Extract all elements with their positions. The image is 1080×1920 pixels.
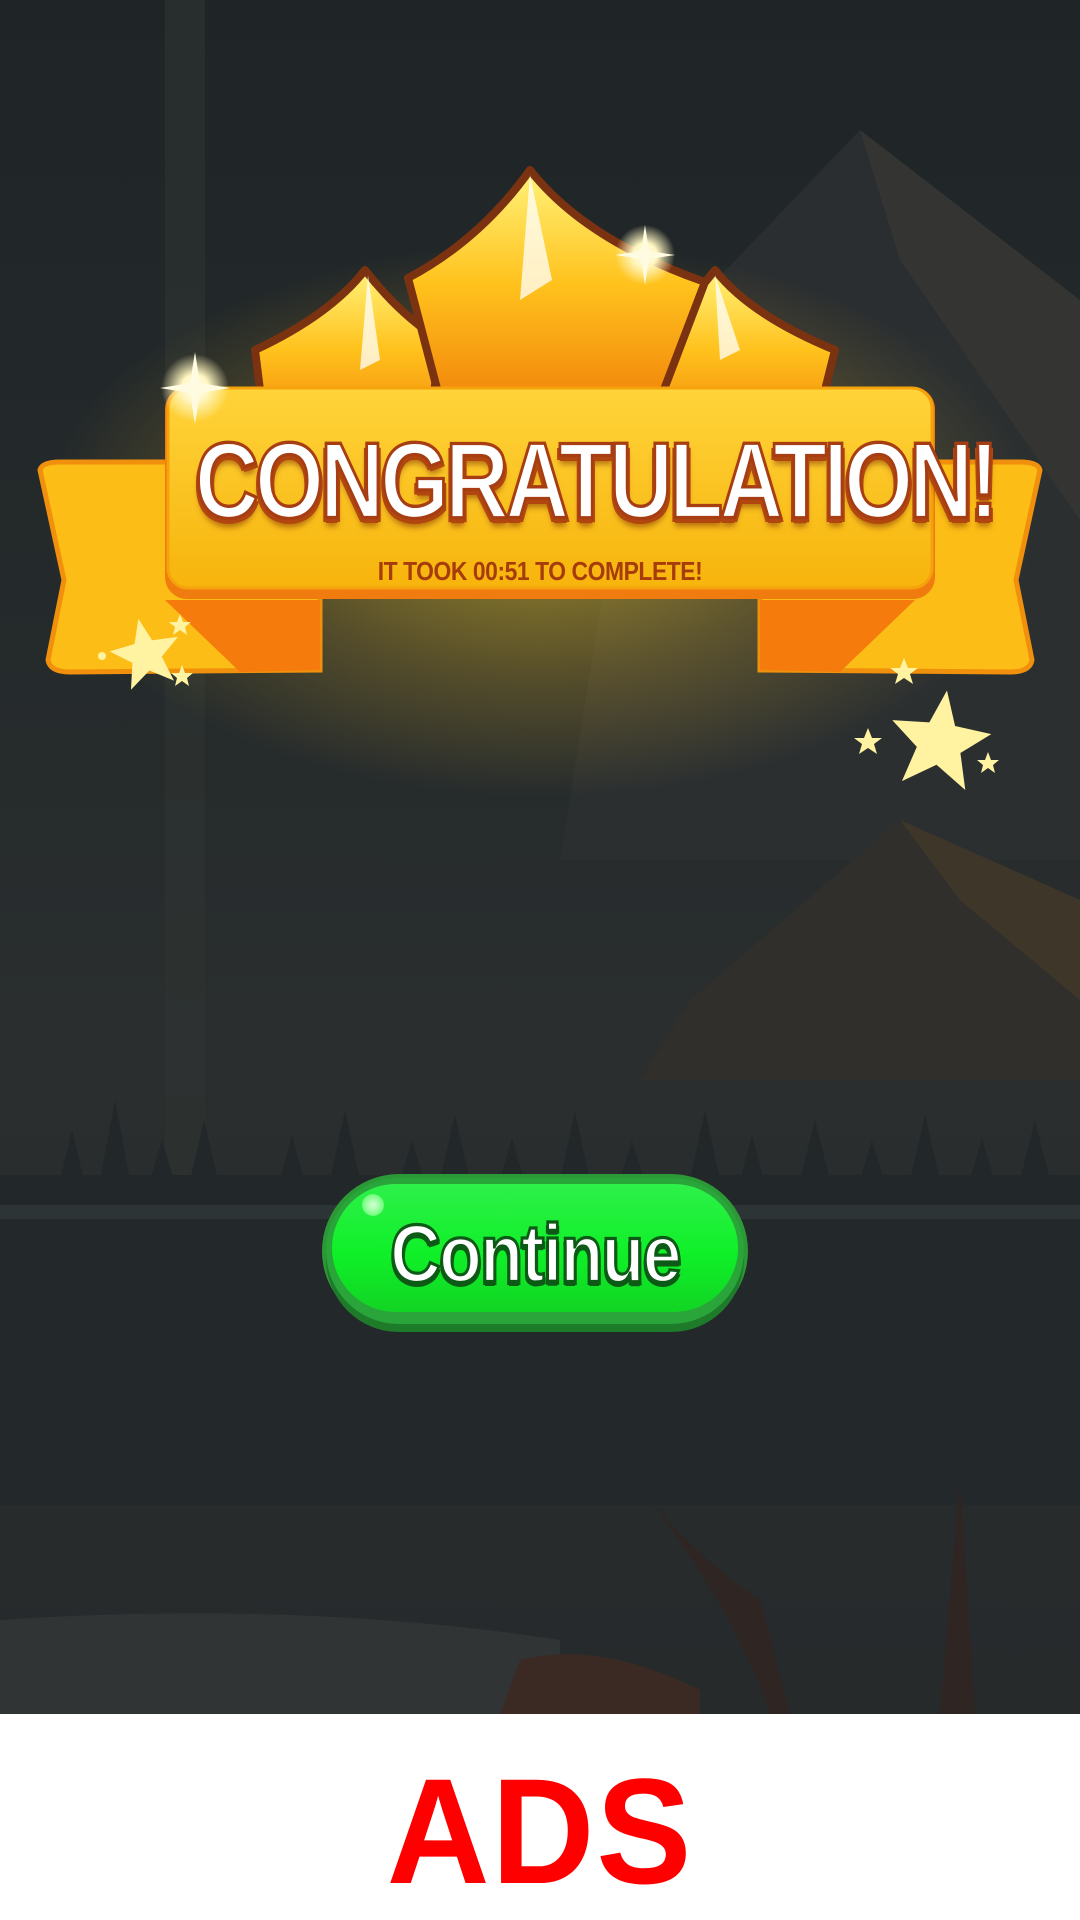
continue-button-face[interactable]: Continue <box>332 1184 738 1312</box>
congratulation-title: CONGRATULATION! <box>194 419 1000 542</box>
ad-banner[interactable]: ADS <box>0 1714 1080 1920</box>
game-background: CONGRATULATION! IT TOOK 00:51 TO COMPLET… <box>0 0 1080 1714</box>
continue-button[interactable]: Continue <box>326 1178 744 1324</box>
continue-button-label: Continue <box>389 1205 683 1301</box>
ad-banner-label: ADS <box>386 1747 694 1915</box>
completion-time-text: IT TOOK 00:51 TO COMPLETE! <box>377 556 703 586</box>
